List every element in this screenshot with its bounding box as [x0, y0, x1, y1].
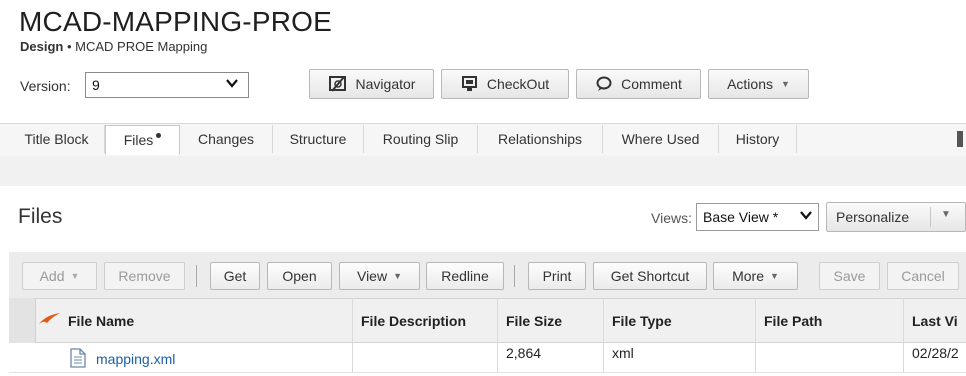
subtitle-description: MCAD PROE Mapping — [75, 39, 208, 54]
checkout-button[interactable]: CheckOut — [441, 69, 569, 99]
version-label: Version: — [20, 78, 71, 94]
tab-routing-slip[interactable]: Routing Slip — [364, 125, 478, 153]
caret-down-icon: ▼ — [393, 271, 402, 281]
personalize-button[interactable]: Personalize ▼ — [826, 202, 966, 232]
version-select[interactable]: 9 — [85, 72, 249, 98]
tab-where-used[interactable]: Where Used — [603, 125, 719, 153]
view-button[interactable]: View ▼ — [339, 262, 420, 290]
file-type-cell: xml — [604, 343, 756, 373]
column-label: File Path — [764, 312, 823, 329]
view-label: View — [356, 268, 388, 284]
get-button[interactable]: Get — [210, 262, 260, 290]
more-button[interactable]: More ▼ — [713, 262, 798, 290]
checkout-label: CheckOut — [486, 76, 550, 92]
overflow-icon[interactable] — [957, 131, 963, 147]
tab-content-header — [0, 156, 966, 186]
actions-label: Actions — [727, 76, 773, 92]
tab-relationships[interactable]: Relationships — [478, 125, 603, 153]
column-label: File Size — [506, 312, 563, 329]
save-label: Save — [833, 268, 866, 284]
print-button[interactable]: Print — [528, 262, 586, 290]
actions-button[interactable]: Actions ▼ — [708, 69, 809, 99]
column-label: File Description — [361, 312, 467, 329]
file-description-cell — [353, 343, 498, 373]
open-button[interactable]: Open — [267, 262, 332, 290]
remove-button[interactable]: Remove — [104, 262, 185, 290]
file-name-link[interactable]: mapping.xml — [90, 343, 353, 373]
cancel-button[interactable]: Cancel — [887, 262, 959, 290]
tab-title-block[interactable]: Title Block — [9, 125, 105, 153]
chevron-down-icon — [800, 209, 812, 223]
tab-changes[interactable]: Changes — [180, 125, 273, 153]
document-icon — [70, 348, 86, 373]
caret-down-icon: ▼ — [781, 79, 790, 89]
column-header-last-viewed[interactable]: Last Vi — [904, 298, 966, 343]
redline-button[interactable]: Redline — [426, 262, 504, 290]
column-label: File Name — [68, 312, 135, 329]
add-button[interactable]: Add ▼ — [22, 262, 97, 290]
toolbar-divider — [514, 265, 515, 287]
last-viewed-cell: 02/28/2 — [912, 345, 959, 361]
caret-down-icon: ▼ — [769, 271, 779, 281]
column-header-file-path[interactable]: File Path — [756, 298, 904, 343]
column-header-file-size[interactable]: File Size — [498, 298, 604, 343]
toolbar-divider — [196, 265, 197, 287]
caret-down-icon: ▼ — [70, 271, 80, 281]
section-title: Files — [18, 205, 63, 228]
get-label: Get — [223, 268, 247, 284]
navigator-label: Navigator — [355, 76, 416, 92]
column-label: File Type — [612, 312, 672, 329]
tab-label: Relationships — [497, 131, 583, 147]
comment-button[interactable]: Comment — [576, 69, 701, 99]
modified-dot-icon — [156, 132, 162, 138]
get-shortcut-label: Get Shortcut — [610, 268, 690, 284]
version-value: 9 — [92, 77, 100, 93]
add-label: Add — [39, 268, 65, 284]
tab-label: Changes — [197, 131, 255, 147]
views-select[interactable]: Base View * — [696, 203, 819, 231]
personalize-label: Personalize — [836, 209, 910, 225]
page-subtitle: Design • MCAD PROE Mapping — [20, 39, 207, 54]
tab-label: Where Used — [621, 131, 700, 147]
button-divider — [930, 207, 931, 227]
navigator-icon — [328, 75, 348, 93]
remove-label: Remove — [118, 268, 171, 284]
caret-down-icon[interactable]: ▼ — [941, 209, 951, 220]
tab-history[interactable]: History — [719, 125, 797, 153]
file-size-cell: 2,864 — [498, 343, 604, 373]
tab-label: Routing Slip — [382, 131, 459, 147]
file-path-cell — [756, 343, 904, 373]
tab-label: Title Block — [24, 131, 89, 147]
checkout-icon — [461, 75, 479, 93]
page-title: MCAD-MAPPING-PROE — [19, 6, 332, 37]
column-label: Last Vi — [912, 312, 958, 329]
column-header-file-name[interactable]: File Name — [60, 298, 353, 343]
cancel-label: Cancel — [901, 268, 945, 284]
open-label: Open — [282, 268, 317, 284]
subtitle-separator: • — [66, 39, 72, 54]
more-label: More — [732, 268, 764, 284]
print-label: Print — [542, 268, 572, 284]
save-button[interactable]: Save — [819, 262, 880, 290]
tab-structure[interactable]: Structure — [273, 125, 364, 153]
tab-label: Structure — [289, 131, 347, 147]
tab-files[interactable]: Files — [105, 125, 180, 155]
get-shortcut-button[interactable]: Get Shortcut — [593, 262, 707, 290]
comment-icon — [595, 75, 613, 93]
tab-label: History — [735, 131, 780, 147]
views-value: Base View * — [703, 209, 779, 225]
redline-label: Redline — [441, 268, 489, 284]
tab-label: Files — [123, 132, 154, 148]
column-header-file-type[interactable]: File Type — [604, 298, 756, 343]
subtitle-type: Design — [20, 39, 64, 54]
comment-label: Comment — [621, 76, 682, 92]
views-label: Views: — [651, 210, 692, 226]
column-header-file-description[interactable]: File Description — [353, 298, 498, 343]
navigator-button[interactable]: Navigator — [309, 69, 434, 99]
flag-icon — [38, 311, 62, 332]
chevron-down-icon — [226, 77, 238, 91]
